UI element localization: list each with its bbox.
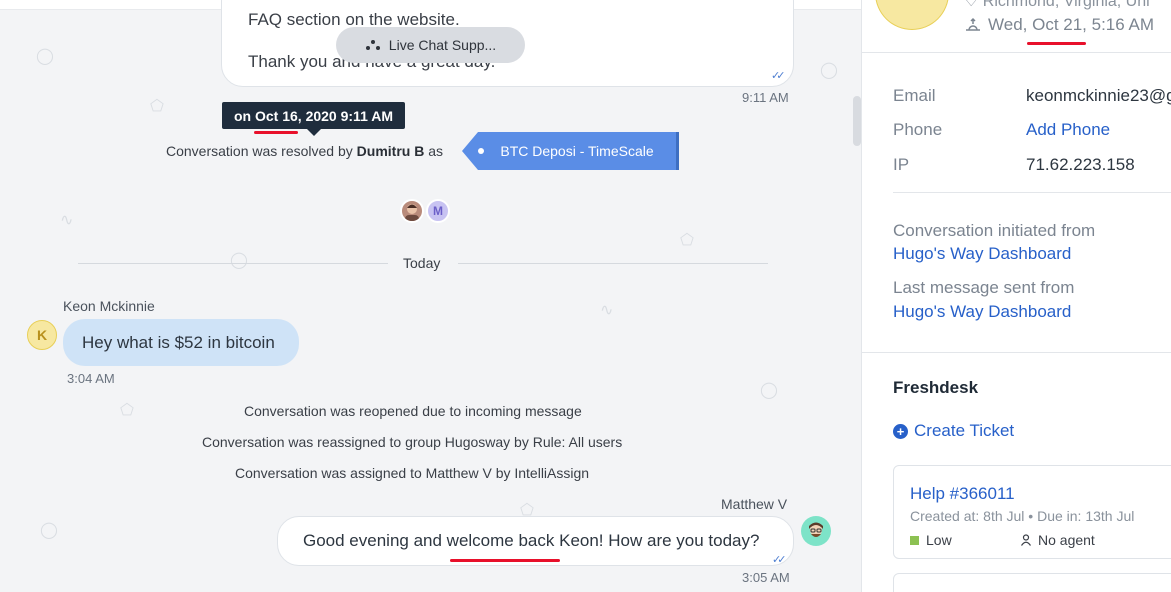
participant-avatar-m[interactable]: M [426, 199, 450, 223]
customer-name: Keon Mckinnie [63, 298, 155, 314]
pattern-doodle: ⬠ [680, 232, 694, 249]
person-photo-icon [405, 204, 419, 221]
resolved-prefix: Conversation was resolved by [166, 143, 353, 159]
conversation-tag[interactable]: BTC Deposi - TimeScale [462, 132, 679, 170]
ip-value: 71.62.223.158 [1026, 155, 1135, 174]
tag-point [462, 132, 478, 170]
ticket-priority: Low [910, 532, 952, 548]
timestamp-tooltip: on Oct 16, 2020 9:11 AM [222, 102, 405, 136]
agent-name: Matthew V [721, 496, 788, 512]
sidebar-divider [862, 52, 1171, 53]
pattern-doodle: ⬠ [120, 402, 134, 419]
annotation-underline [450, 559, 560, 562]
customer-avatar[interactable]: K [27, 320, 57, 350]
agent-avatar[interactable] [801, 516, 831, 546]
customer-message-bubble: Hey what is $52 in bitcoin [63, 319, 299, 366]
last-message-link[interactable]: Hugo's Way Dashboard [893, 302, 1071, 322]
message-time: 3:04 AM [67, 371, 115, 386]
create-ticket-label: Create Ticket [914, 421, 1015, 440]
message-time: 9:11 AM [742, 90, 789, 105]
sidebar-divider [893, 192, 1171, 193]
resolved-agent: Dumitru B [356, 143, 425, 159]
sidebar-divider [862, 352, 1171, 353]
livechat-support-pill[interactable]: Live Chat Supp... [336, 27, 525, 63]
agent-photo-icon [809, 522, 823, 537]
person-icon [1021, 534, 1031, 546]
location-text: Richmond, Virginia, Uni [982, 0, 1150, 10]
message-text: Good evening and welcome back Keon! How … [303, 531, 760, 550]
chat-pane: ◯ ⬠ ∿ ◯ ⬠ ◯ ⬠ ◯ ∿ ◯ ⬠ FAQ section on the… [0, 0, 862, 592]
pattern-doodle: ◯ [230, 252, 248, 269]
pattern-doodle: ◯ [36, 48, 54, 65]
system-message: Conversation was assigned to Matthew V b… [235, 465, 590, 481]
plus-circle-icon: + [893, 423, 908, 439]
add-phone-link[interactable]: Add Phone [1026, 120, 1110, 140]
ticket-agent: No agent [1020, 532, 1095, 548]
system-message: Conversation was reassigned to group Hug… [202, 434, 623, 450]
local-time-text: Wed, Oct 21, 5:16 AM [988, 15, 1154, 34]
chat-scrollbar[interactable] [853, 96, 861, 146]
ip-label: IP [893, 155, 910, 174]
pattern-doodle: ◯ [820, 62, 838, 79]
ticket-title-link[interactable]: Help #366011 [910, 484, 1015, 504]
ticket-card[interactable]: Help #366011 Created at: 8th Jul • Due i… [893, 465, 1171, 559]
pattern-doodle: ◯ [40, 522, 58, 539]
annotation-underline [254, 131, 298, 134]
ticket-meta: Created at: 8th Jul • Due in: 13th Jul [910, 508, 1135, 524]
pattern-doodle: ∿ [60, 212, 74, 229]
ticket-agent-label: No agent [1038, 532, 1095, 548]
tag-hole-icon [478, 148, 484, 154]
pattern-doodle: ◯ [760, 382, 778, 399]
read-checks-icon: ✓✓ [771, 70, 786, 82]
contact-location: ♡ Richmond, Virginia, Uni [964, 0, 1150, 11]
resolved-suffix: as [428, 143, 444, 159]
email-value[interactable]: keonmckinnie23@g [1026, 86, 1171, 106]
system-message: Conversation was reopened due to incomin… [244, 403, 582, 419]
livechat-pill-label: Live Chat Supp... [388, 37, 497, 53]
phone-label: Phone [893, 120, 943, 139]
initiated-from-link[interactable]: Hugo's Way Dashboard [893, 244, 1071, 264]
read-checks-icon: ✓✓ [772, 554, 787, 566]
pattern-doodle: ∿ [600, 302, 614, 319]
system-message-resolved: Conversation was resolved by Dumitru B a… [166, 143, 443, 159]
location-pin-icon: ♡ [964, 0, 979, 10]
participant-avatar[interactable] [400, 199, 424, 223]
tag-label: BTC Deposi - TimeScale [478, 132, 679, 170]
divider-line [458, 263, 768, 264]
initiated-from-label: Conversation initiated from [893, 221, 1096, 240]
freshdesk-title: Freshdesk [893, 378, 979, 397]
email-label: Email [893, 86, 936, 105]
last-message-label: Last message sent from [893, 278, 1075, 297]
date-divider-label: Today [403, 255, 441, 271]
annotation-underline [1027, 42, 1086, 45]
divider-line [78, 263, 388, 264]
message-time: 3:05 AM [742, 570, 790, 585]
ticket-card[interactable] [893, 573, 1171, 592]
pattern-doodle: ⬠ [150, 98, 164, 115]
sunrise-icon [966, 17, 980, 31]
create-ticket-button[interactable]: + Create Ticket [893, 421, 1014, 441]
ticket-priority-label: Low [926, 532, 952, 548]
group-icon [365, 40, 380, 50]
contact-local-time: Wed, Oct 21, 5:16 AM [964, 15, 1154, 35]
priority-square-icon [910, 535, 919, 545]
